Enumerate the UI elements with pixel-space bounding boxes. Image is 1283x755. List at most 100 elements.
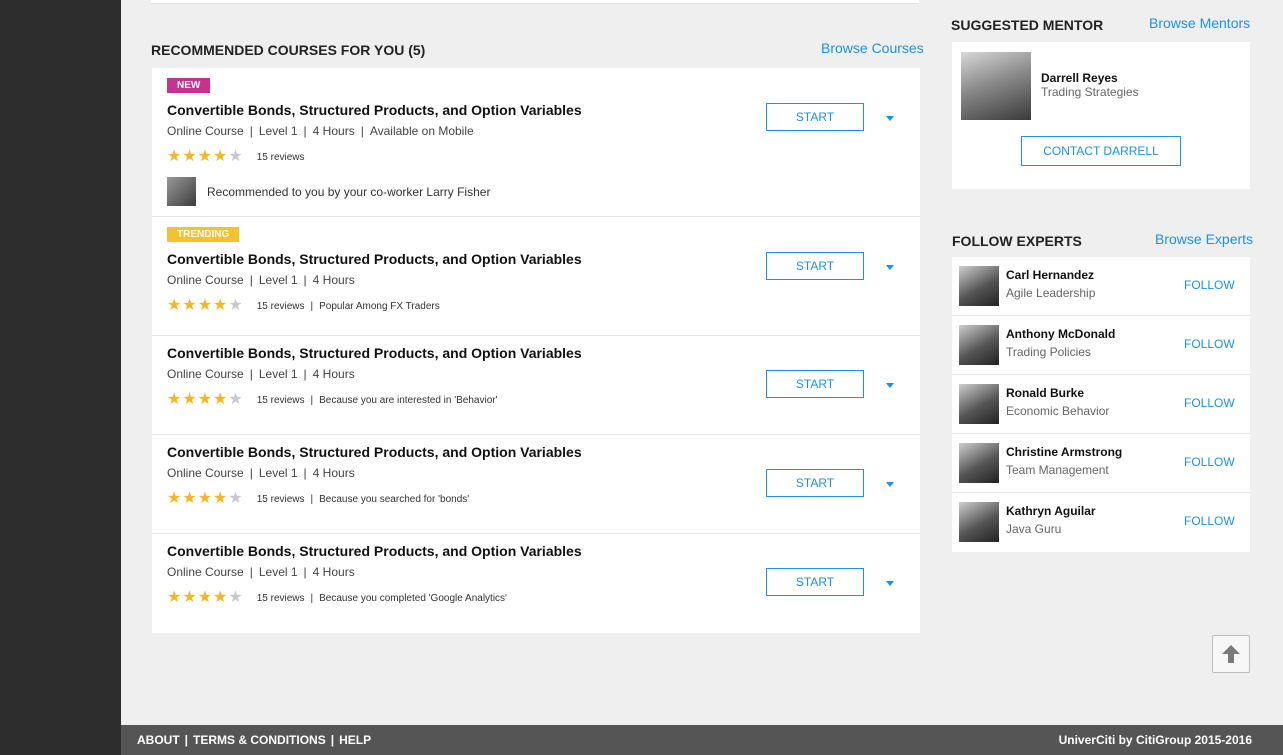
recommendation-reason: Because you completed 'Google Analytics' xyxy=(319,592,507,604)
mentor-avatar[interactable] xyxy=(961,52,1031,120)
review-count[interactable]: 15 reviews xyxy=(257,593,305,604)
experts-section-title: FOLLOW EXPERTS xyxy=(952,233,1082,249)
course-meta-item: 4 Hours xyxy=(312,124,355,138)
chevron-down-icon[interactable] xyxy=(886,116,894,121)
recommender-avatar[interactable] xyxy=(167,177,196,206)
meta-separator: | xyxy=(310,394,314,406)
main-content: RECOMMENDED COURSES FOR YOU (5) Browse C… xyxy=(121,0,1283,725)
star-icon: ★ xyxy=(197,391,213,408)
follow-button[interactable]: FOLLOW xyxy=(1184,396,1235,410)
browse-mentors-link[interactable]: Browse Mentors xyxy=(1149,15,1250,31)
expert-avatar[interactable] xyxy=(959,502,999,542)
courses-section-title: RECOMMENDED COURSES FOR YOU (5) xyxy=(151,42,426,58)
start-course-button[interactable]: START xyxy=(766,103,864,131)
course-meta-item: Level 1 xyxy=(258,124,298,138)
course-meta: Online Course | Level 1 | 4 Hours xyxy=(167,273,355,287)
footer-link-help[interactable]: HELP xyxy=(339,733,371,747)
course-title[interactable]: Convertible Bonds, Structured Products, … xyxy=(167,543,582,559)
star-icon: ★ xyxy=(197,297,213,314)
chevron-down-icon[interactable] xyxy=(886,383,894,388)
course-meta: Online Course | Level 1 | 4 Hours | Available … xyxy=(167,124,474,138)
expert-row: Anthony McDonald Trading Policies FOLLOW xyxy=(952,316,1250,375)
expert-name[interactable]: Carl Hernandez xyxy=(1006,268,1094,282)
follow-button[interactable]: FOLLOW xyxy=(1184,337,1235,351)
start-course-button[interactable]: START xyxy=(766,252,864,280)
recommendation-text: Recommended to you by your co-worker Lar… xyxy=(207,184,491,199)
browse-experts-link[interactable]: Browse Experts xyxy=(1155,231,1253,247)
star-icon: ★ xyxy=(228,297,243,314)
course-meta: Online Course | Level 1 | 4 Hours xyxy=(167,367,355,381)
star-icon: ★ xyxy=(213,297,228,314)
star-icon: ★ xyxy=(167,297,182,314)
meta-separator: | xyxy=(303,466,307,480)
expert-name[interactable]: Anthony McDonald xyxy=(1006,327,1115,341)
expert-name[interactable]: Christine Armstrong xyxy=(1006,445,1122,459)
star-icon: ★ xyxy=(182,589,197,606)
start-course-button[interactable]: START xyxy=(766,568,864,596)
expert-role: Economic Behavior xyxy=(1006,404,1110,418)
star-icon: ★ xyxy=(228,148,243,165)
review-count[interactable]: 15 reviews xyxy=(257,301,305,312)
course-title[interactable]: Convertible Bonds, Structured Products, … xyxy=(167,444,582,460)
star-icon: ★ xyxy=(213,589,228,606)
meta-separator: | xyxy=(310,493,314,505)
follow-button[interactable]: FOLLOW xyxy=(1184,455,1235,469)
course-title[interactable]: Convertible Bonds, Structured Products, … xyxy=(167,251,582,267)
expert-role: Agile Leadership xyxy=(1006,286,1096,300)
review-count[interactable]: 15 reviews xyxy=(257,152,305,163)
meta-separator: | xyxy=(249,565,253,579)
expert-avatar[interactable] xyxy=(959,443,999,483)
course-meta-item: Level 1 xyxy=(258,565,298,579)
expert-avatar[interactable] xyxy=(959,325,999,365)
follow-button[interactable]: FOLLOW xyxy=(1184,278,1235,292)
meta-separator: | xyxy=(303,273,307,287)
star-icon: ★ xyxy=(182,148,197,165)
course-title[interactable]: Convertible Bonds, Structured Products, … xyxy=(167,102,582,118)
follow-button[interactable]: FOLLOW xyxy=(1184,514,1235,528)
footer-link-terms[interactable]: TERMS & CONDITIONS xyxy=(193,733,326,747)
star-icon: ★ xyxy=(228,589,243,606)
star-icon: ★ xyxy=(182,391,197,408)
course-meta-item: 4 Hours xyxy=(312,565,355,579)
course-rating: ★ ★ ★ ★ ★ 15 reviews | Popular Among FX Traders xyxy=(167,298,440,314)
star-icon: ★ xyxy=(182,297,197,314)
expert-name[interactable]: Ronald Burke xyxy=(1006,386,1084,400)
course-meta: Online Course | Level 1 | 4 Hours xyxy=(167,466,355,480)
start-course-button[interactable]: START xyxy=(766,370,864,398)
expert-row: Christine Armstrong Team Management FOLLOW xyxy=(952,434,1250,493)
course-rating: ★ ★ ★ ★ ★ 15 reviews | Because you searched for… xyxy=(167,491,469,507)
recommender-row: Recommended to you by your co-worker Lar… xyxy=(167,177,490,206)
browse-courses-link[interactable]: Browse Courses xyxy=(821,40,924,56)
expert-avatar[interactable] xyxy=(959,384,999,424)
recommendation-reason: Because you are interested in 'Behavior' xyxy=(319,394,498,406)
chevron-down-icon[interactable] xyxy=(886,265,894,270)
review-count[interactable]: 15 reviews xyxy=(257,494,305,505)
expert-name[interactable]: Kathryn Aguilar xyxy=(1006,504,1096,518)
star-icon: ★ xyxy=(167,589,182,606)
expert-role: Trading Policies xyxy=(1006,345,1091,359)
copyright-text: UniverCiti by CitiGroup 2015-2016 xyxy=(1058,733,1252,747)
expert-list: Carl Hernandez Agile Leadership FOLLOW Anth… xyxy=(952,257,1250,552)
meta-separator: | xyxy=(303,367,307,381)
expert-avatar[interactable] xyxy=(959,266,999,306)
course-title[interactable]: Convertible Bonds, Structured Products, … xyxy=(167,345,582,361)
star-icon: ★ xyxy=(228,490,243,507)
course-meta-item: 4 Hours xyxy=(312,273,355,287)
mentor-name[interactable]: Darrell Reyes xyxy=(1041,71,1118,85)
chevron-down-icon[interactable] xyxy=(886,482,894,487)
recommendation-reason: Popular Among FX Traders xyxy=(319,300,440,312)
course-row: Convertible Bonds, Structured Products, … xyxy=(152,435,920,534)
course-badge: NEW xyxy=(167,78,211,93)
course-row: Convertible Bonds, Structured Products, … xyxy=(152,336,920,435)
course-meta-item: Online Course xyxy=(167,367,244,381)
footer-links: ABOUT | TERMS & CONDITIONS | HELP xyxy=(137,733,371,747)
course-list: NEW Convertible Bonds, Structured Product… xyxy=(152,68,920,633)
course-meta-item: Online Course xyxy=(167,273,244,287)
start-course-button[interactable]: START xyxy=(766,469,864,497)
review-count[interactable]: 15 reviews xyxy=(257,395,305,406)
meta-separator: | xyxy=(310,300,314,312)
contact-mentor-button[interactable]: CONTACT DARRELL xyxy=(1021,136,1181,166)
footer-link-about[interactable]: ABOUT xyxy=(137,733,180,747)
scroll-to-top-button[interactable] xyxy=(1212,635,1250,673)
chevron-down-icon[interactable] xyxy=(886,581,894,586)
